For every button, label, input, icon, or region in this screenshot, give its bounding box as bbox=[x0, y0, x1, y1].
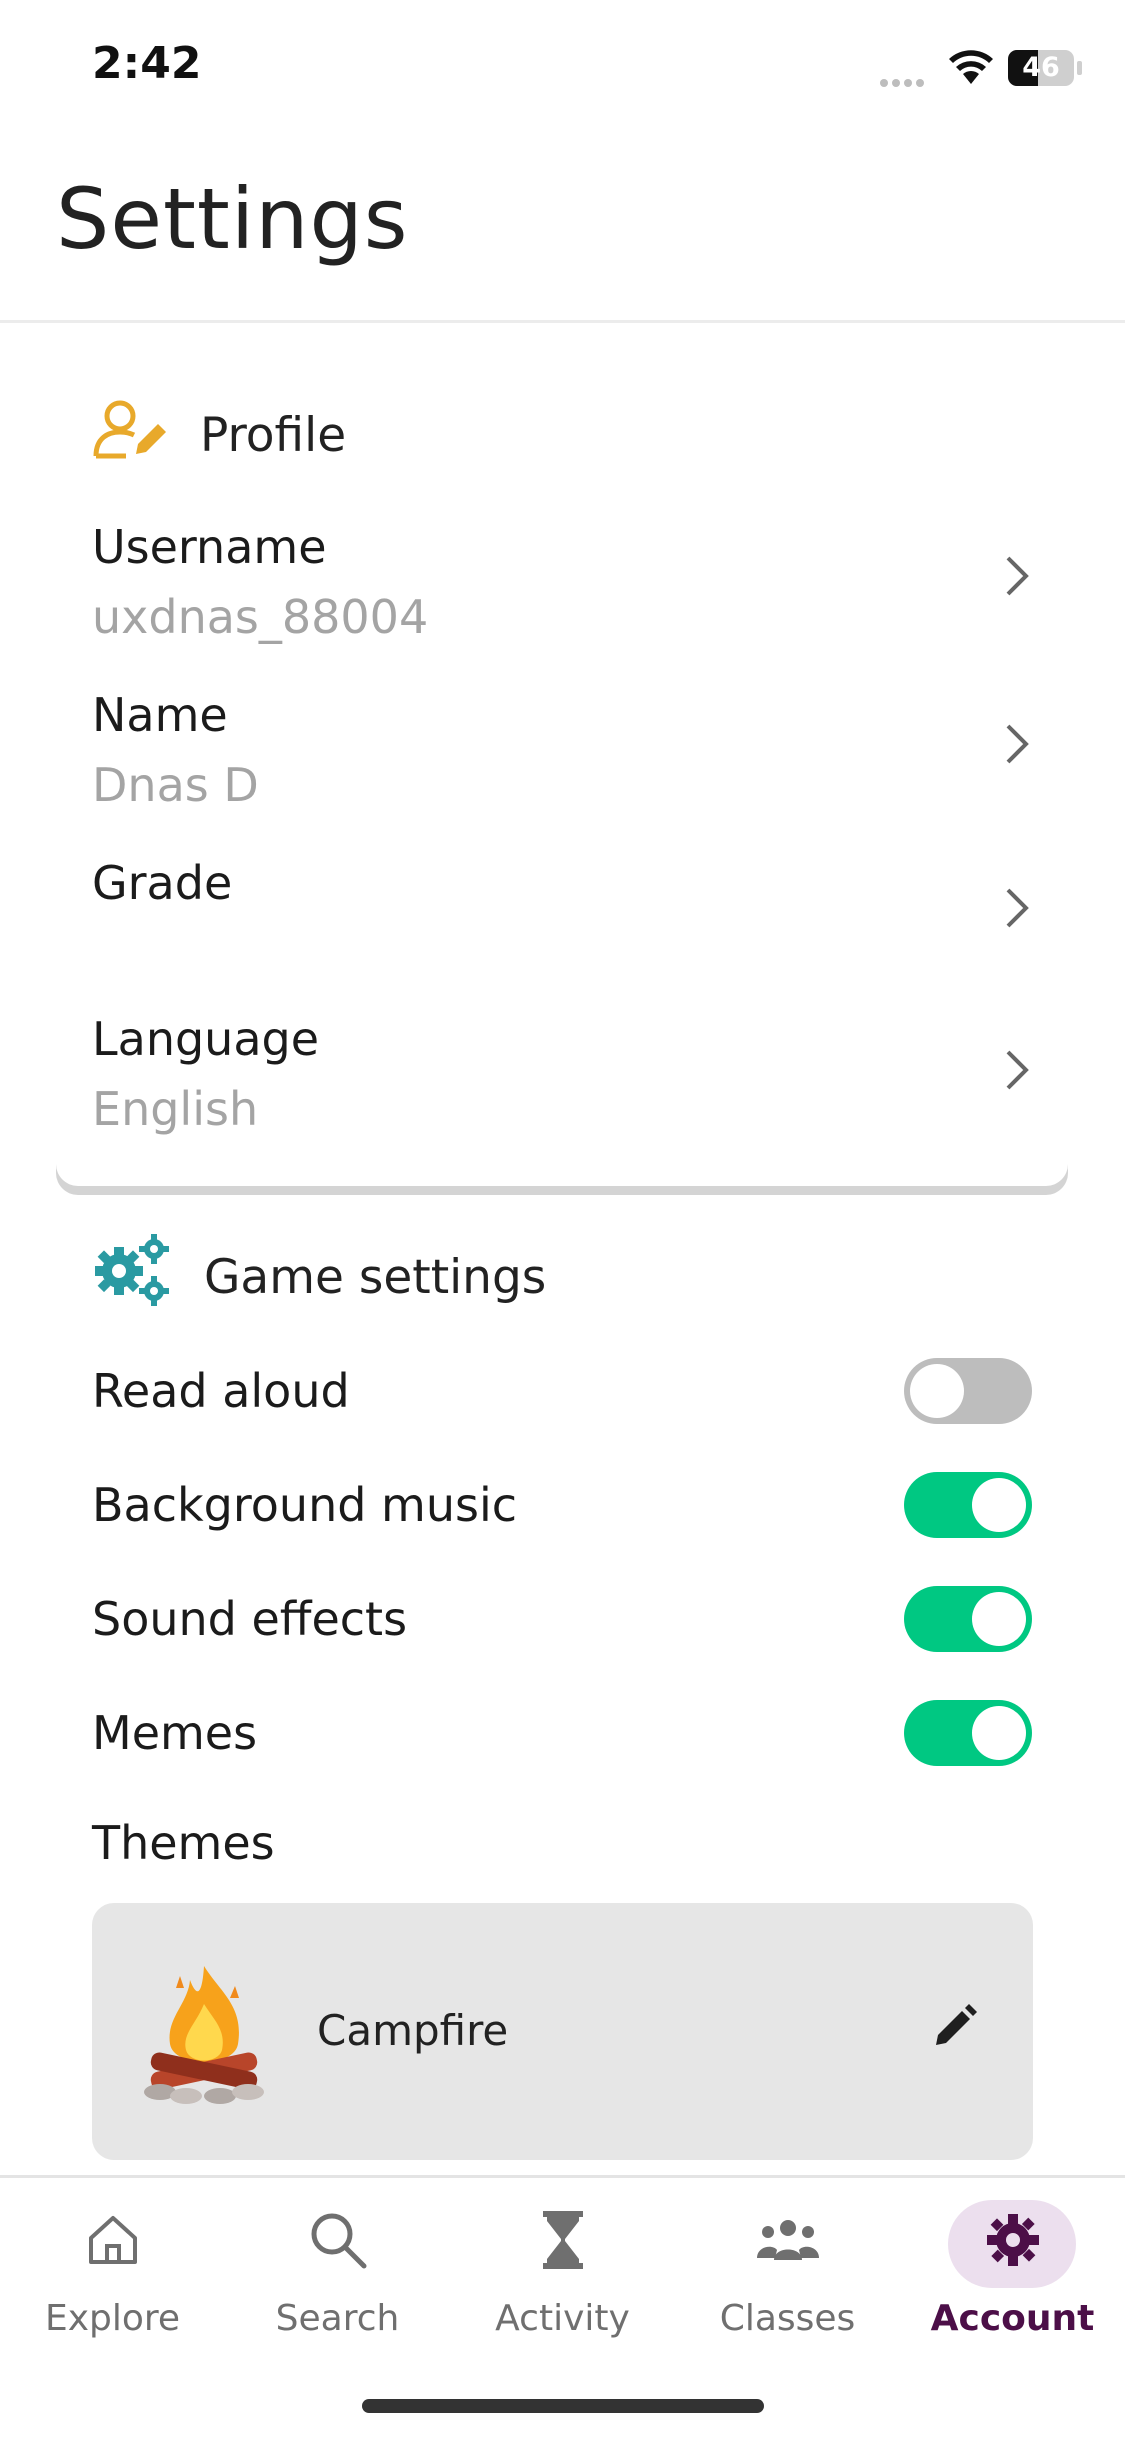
game-settings-heading: Game settings bbox=[204, 1249, 547, 1305]
pencil-icon bbox=[936, 2004, 977, 2045]
themes-label: Themes bbox=[92, 1816, 275, 1870]
nav-search[interactable]: Search bbox=[225, 2188, 450, 2358]
username-value: uxdnas_88004 bbox=[92, 590, 429, 644]
wifi-icon bbox=[948, 50, 994, 90]
name-label: Name bbox=[92, 688, 228, 742]
read-aloud-label: Read aloud bbox=[92, 1364, 350, 1418]
game-settings-header: Game settings bbox=[92, 1234, 547, 1312]
chevron-right-icon bbox=[1002, 1048, 1032, 1096]
gear-icon bbox=[900, 2200, 1125, 2280]
nav-account[interactable]: Account bbox=[900, 2188, 1125, 2358]
sound-effects-toggle[interactable] bbox=[904, 1586, 1032, 1652]
theme-card[interactable]: Campfire bbox=[92, 1903, 1033, 2160]
read-aloud-row: Read aloud bbox=[92, 1358, 1032, 1424]
chevron-right-icon bbox=[1002, 722, 1032, 770]
hourglass-icon bbox=[450, 2200, 675, 2280]
background-music-label: Background music bbox=[92, 1478, 518, 1532]
profile-section-header: Profile bbox=[92, 400, 346, 470]
home-indicator bbox=[362, 2399, 764, 2413]
home-icon bbox=[0, 2200, 225, 2280]
signal-icon bbox=[880, 72, 928, 91]
nav-classes[interactable]: Classes bbox=[675, 2188, 900, 2358]
background-music-toggle[interactable] bbox=[904, 1472, 1032, 1538]
profile-heading: Profile bbox=[200, 407, 347, 463]
nav-label: Activity bbox=[495, 2298, 630, 2339]
username-label: Username bbox=[92, 520, 327, 574]
campfire-icon bbox=[140, 1958, 268, 2112]
nav-label: Search bbox=[275, 2298, 400, 2339]
edit-theme-button[interactable] bbox=[932, 2003, 978, 2053]
header-divider bbox=[0, 320, 1125, 323]
background-music-row: Background music bbox=[92, 1472, 1032, 1538]
battery-icon: 46 bbox=[1008, 50, 1074, 86]
username-row[interactable]: Username uxdnas_88004 bbox=[92, 520, 1038, 650]
memes-row: Memes bbox=[92, 1700, 1032, 1766]
nav-label: Explore bbox=[44, 2298, 181, 2339]
battery-cap bbox=[1077, 61, 1082, 75]
sound-effects-row: Sound effects bbox=[92, 1586, 1032, 1652]
search-icon bbox=[225, 2200, 450, 2280]
chevron-right-icon bbox=[1002, 886, 1032, 934]
nav-label: Classes bbox=[719, 2298, 856, 2339]
gears-icon bbox=[92, 1233, 172, 1321]
language-label: Language bbox=[92, 1012, 320, 1066]
read-aloud-toggle[interactable] bbox=[904, 1358, 1032, 1424]
status-time: 2:42 bbox=[92, 38, 202, 89]
profile-edit-icon bbox=[92, 398, 168, 472]
language-value: English bbox=[92, 1082, 259, 1136]
sound-effects-label: Sound effects bbox=[92, 1592, 408, 1646]
theme-name: Campfire bbox=[317, 2006, 509, 2055]
grade-label: Grade bbox=[92, 856, 233, 910]
nav-label: Account bbox=[930, 2298, 1095, 2339]
memes-toggle[interactable] bbox=[904, 1700, 1032, 1766]
language-row[interactable]: Language English bbox=[92, 1012, 1038, 1142]
page-title: Settings bbox=[56, 170, 409, 268]
nav-explore[interactable]: Explore bbox=[0, 2188, 225, 2358]
nav-activity[interactable]: Activity bbox=[450, 2188, 675, 2358]
name-row[interactable]: Name Dnas D bbox=[92, 688, 1038, 818]
grade-row[interactable]: Grade bbox=[92, 856, 1038, 986]
people-icon bbox=[675, 2200, 900, 2280]
memes-label: Memes bbox=[92, 1706, 258, 1760]
name-value: Dnas D bbox=[92, 758, 259, 812]
chevron-right-icon bbox=[1002, 554, 1032, 602]
